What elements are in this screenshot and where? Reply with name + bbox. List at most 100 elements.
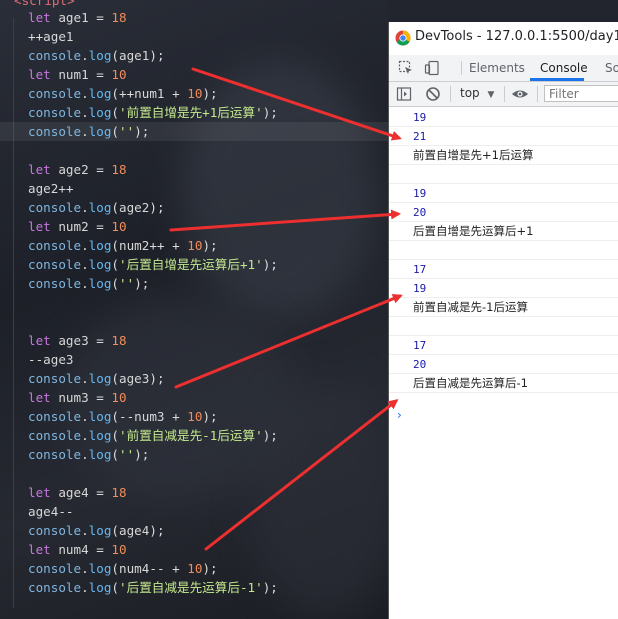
code-token: let	[28, 10, 51, 25]
code-token: );	[149, 48, 165, 63]
devtools-window: DevTools - 127.0.0.1:5500/day1/inde Elem…	[388, 22, 618, 619]
code-line[interactable]: console.log('');	[28, 122, 149, 141]
code-line[interactable]: age2++	[28, 179, 74, 198]
code-line[interactable]: let age1 = 18	[28, 8, 127, 27]
eye-icon[interactable]	[511, 86, 529, 102]
console-toolbar: top ▼ Filter	[389, 82, 618, 107]
code-token: 10	[187, 238, 203, 253]
code-token: );	[262, 257, 278, 272]
code-token: );	[202, 238, 218, 253]
code-token: ''	[119, 447, 135, 462]
code-line[interactable]: console.log(age2);	[28, 198, 165, 217]
tab-sources[interactable]: So	[605, 55, 618, 81]
code-token: age2	[28, 181, 59, 196]
code-token: log	[88, 561, 112, 576]
code-token: 18	[103, 333, 127, 348]
code-token: num1	[50, 67, 97, 82]
code-token: let	[28, 390, 51, 405]
toolbar-separator	[450, 86, 451, 102]
sidebar-toggle-icon[interactable]	[396, 86, 412, 102]
code-token: ++	[28, 29, 44, 44]
code-editor[interactable]: <script> let age1 = 18 ++age1 console.log(…	[0, 0, 388, 619]
code-token: (	[111, 276, 120, 291]
devtools-titlebar: DevTools - 127.0.0.1:5500/day1/inde	[389, 22, 618, 55]
indent-guide	[13, 18, 14, 608]
code-line[interactable]: console.log(age4);	[28, 521, 165, 540]
console-prompt[interactable]: ›	[397, 408, 402, 422]
code-token: age4	[50, 485, 97, 500]
code-token: (	[111, 523, 120, 538]
code-line[interactable]: console.log('');	[28, 445, 149, 464]
code-line[interactable]: let num2 = 10	[28, 217, 127, 236]
code-line[interactable]: console.log(num4-- + 10);	[28, 559, 218, 578]
console-message: 后置自增是先运算后+1	[389, 222, 618, 241]
toolbar-separator	[504, 86, 505, 102]
code-token: let	[28, 333, 51, 348]
code-line[interactable]: console.log(++num1 + 10);	[28, 84, 218, 103]
code-line[interactable]: console.log('');	[28, 274, 149, 293]
code-token: =	[96, 219, 104, 234]
code-token: '前置自增是先+1后运算'	[119, 105, 263, 120]
dropdown-arrow-icon: ▼	[487, 90, 495, 100]
console-empty-message	[389, 165, 618, 184]
code-line[interactable]: console.log(age1);	[28, 46, 165, 65]
code-token: (	[111, 238, 120, 253]
code-line[interactable]: let num4 = 10	[28, 540, 127, 559]
code-token: .	[81, 447, 89, 462]
code-token: (	[111, 371, 120, 386]
code-token: (	[111, 428, 120, 443]
window-title: DevTools - 127.0.0.1:5500/day1/inde	[415, 29, 618, 44]
code-token: log	[88, 428, 112, 443]
toolbar-separator	[537, 86, 538, 102]
code-token: );	[134, 447, 150, 462]
inspect-element-icon[interactable]	[398, 60, 414, 76]
code-line[interactable]: let num1 = 10	[28, 65, 127, 84]
code-token: );	[134, 276, 150, 291]
code-token: num4	[50, 542, 97, 557]
code-line[interactable]: let age4 = 18	[28, 483, 127, 502]
device-toolbar-icon[interactable]	[424, 60, 440, 76]
code-line[interactable]: let age2 = 18	[28, 160, 127, 179]
code-token: +	[164, 86, 188, 101]
code-token: .	[81, 238, 89, 253]
code-token: );	[134, 124, 150, 139]
code-line[interactable]: console.log(--num3 + 10);	[28, 407, 218, 426]
code-line[interactable]: let num3 = 10	[28, 388, 127, 407]
console-message: 20	[389, 355, 618, 374]
code-line[interactable]: --age3	[28, 350, 74, 369]
code-token: num2	[119, 238, 150, 253]
code-token: console	[28, 124, 82, 139]
code-token: );	[262, 105, 278, 120]
code-token: =	[96, 10, 104, 25]
code-token: log	[88, 86, 112, 101]
code-line[interactable]: console.log('后置自增是先运算后+1');	[28, 255, 278, 274]
filter-input[interactable]: Filter	[544, 85, 618, 102]
code-line[interactable]: console.log('前置自增是先+1后运算');	[28, 103, 278, 122]
code-token: );	[262, 428, 278, 443]
code-token: log	[88, 447, 112, 462]
code-token: let	[28, 542, 51, 557]
code-token: );	[262, 580, 278, 595]
code-token: log	[88, 48, 112, 63]
code-token: =	[96, 485, 104, 500]
code-line[interactable]: ++age1	[28, 27, 74, 46]
console-message: 后置自减是先运算后-1	[389, 374, 618, 393]
context-selector[interactable]: top ▼	[460, 86, 494, 100]
code-line[interactable]: console.log(num2++ + 10);	[28, 236, 218, 255]
code-line[interactable]: let age3 = 18	[28, 331, 127, 350]
clear-console-icon[interactable]	[425, 86, 441, 102]
code-token: --	[28, 352, 44, 367]
tab-elements[interactable]: Elements	[469, 55, 525, 81]
code-token: age1	[43, 29, 74, 44]
code-token: .	[81, 409, 89, 424]
code-token: 10	[187, 561, 203, 576]
code-token: console	[28, 409, 82, 424]
code-token: ++	[58, 181, 74, 196]
code-line[interactable]: console.log('前置自减是先-1后运算');	[28, 426, 278, 445]
code-token: let	[28, 219, 51, 234]
code-token: log	[88, 124, 112, 139]
code-line[interactable]: age4--	[28, 502, 74, 521]
code-token: ''	[119, 276, 135, 291]
code-line[interactable]: console.log('后置自减是先运算后-1');	[28, 578, 278, 597]
code-line[interactable]: console.log(age3);	[28, 369, 165, 388]
